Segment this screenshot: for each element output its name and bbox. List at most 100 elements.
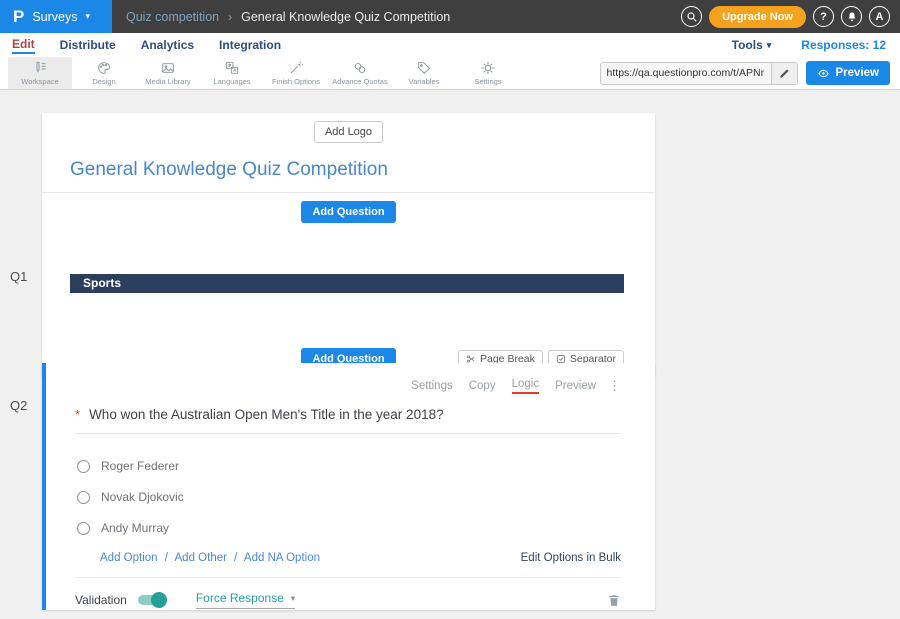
topbar-actions: Upgrade Now ? A — [681, 6, 900, 28]
responses-count[interactable]: Responses: 12 — [801, 38, 886, 52]
image-icon — [160, 60, 176, 76]
answer-option-label[interactable]: Roger Federer — [101, 459, 179, 473]
edit-url-button[interactable] — [771, 62, 797, 85]
edit-options-in-bulk-link[interactable]: Edit Options in Bulk — [521, 552, 621, 564]
toolbar-item-finish-options[interactable]: Finish Options — [264, 57, 328, 89]
validation-label: Validation — [75, 593, 127, 607]
answer-options-list: Roger Federer Novak Djokovic Andy Murray — [77, 459, 655, 535]
add-option-links: Add Option / Add Other / Add NA Option — [100, 552, 320, 564]
toolbar-item-label: Media Library — [145, 77, 190, 86]
nav-right-group: Tools ▾ Responses: 12 — [732, 38, 888, 52]
link-separator: / — [165, 552, 168, 564]
trash-icon — [607, 593, 621, 608]
radio-button-icon[interactable] — [77, 460, 90, 473]
tools-label: Tools — [732, 38, 763, 52]
toolbar-item-media-library[interactable]: Media Library — [136, 57, 200, 89]
toolbar-item-label: Advance Quotas — [332, 77, 387, 86]
question-text[interactable]: Who won the Australian Open Men's Title … — [89, 407, 444, 422]
nav-tab-bar: Edit Distribute Analytics Integration To… — [0, 33, 900, 57]
upgrade-now-button[interactable]: Upgrade Now — [709, 6, 806, 28]
answer-option-row: Andy Murray — [77, 521, 655, 535]
toolbar-item-advance-quotas[interactable]: Advance Quotas — [328, 57, 392, 89]
pencil-icon — [779, 68, 790, 79]
add-question-row-1: Add Question — [42, 201, 655, 223]
magic-wand-icon — [288, 60, 304, 76]
notifications-button[interactable] — [841, 6, 862, 27]
toolbar-item-workspace[interactable]: Workspace — [8, 57, 72, 89]
toolbar-item-design[interactable]: Design — [72, 57, 136, 89]
toolbar-item-label: Variables — [409, 77, 440, 86]
tab-distribute[interactable]: Distribute — [60, 38, 116, 53]
tools-menu[interactable]: Tools ▾ — [732, 38, 772, 52]
chain-links-icon — [352, 60, 368, 76]
tab-edit[interactable]: Edit — [12, 37, 35, 54]
link-separator: / — [234, 552, 237, 564]
question-action-copy[interactable]: Copy — [469, 380, 496, 392]
toolbar-right-group: Preview — [600, 57, 900, 89]
palette-icon — [96, 60, 112, 76]
radio-button-icon[interactable] — [77, 522, 90, 535]
title-divider — [42, 192, 655, 193]
help-button[interactable]: ? — [813, 6, 834, 27]
question-action-settings[interactable]: Settings — [411, 380, 453, 392]
bell-icon — [846, 11, 858, 23]
workspace-icon — [32, 60, 48, 76]
toolbar-item-label: Finish Options — [272, 77, 320, 86]
add-question-button[interactable]: Add Question — [301, 201, 395, 223]
question-text-row[interactable]: * Who won the Australian Open Men's Titl… — [75, 407, 619, 434]
logo-row: Add Logo — [42, 113, 655, 143]
tag-icon — [416, 60, 432, 76]
breadcrumb-folder[interactable]: Quiz competition — [126, 10, 219, 24]
question-number-q2: Q2 — [10, 398, 27, 413]
delete-question-button[interactable] — [607, 593, 621, 608]
tab-analytics[interactable]: Analytics — [141, 38, 194, 53]
avatar[interactable]: A — [869, 6, 890, 27]
question-action-logic[interactable]: Logic — [512, 378, 540, 394]
toolbar-item-languages[interactable]: A Languages — [200, 57, 264, 89]
breadcrumb-arrow-icon: › — [228, 10, 232, 24]
question-action-preview[interactable]: Preview — [555, 380, 596, 392]
breadcrumb-survey-name[interactable]: General Knowledge Quiz Competition — [241, 10, 450, 24]
question-action-bar: Settings Copy Logic Preview ⋮ — [46, 363, 655, 394]
questionpro-logo: P — [13, 8, 24, 25]
toolbar-item-label: Settings — [474, 77, 501, 86]
toolbar-item-settings[interactable]: Settings — [456, 57, 520, 89]
question-card-q2: Settings Copy Logic Preview ⋮ * Who won … — [42, 363, 655, 610]
kebab-menu-icon[interactable]: ⋮ — [608, 378, 621, 394]
section-header-q1[interactable]: Sports — [70, 274, 624, 293]
validation-toggle[interactable] — [138, 595, 165, 605]
app-logo-menu[interactable]: P Surveys ▾ — [0, 0, 112, 33]
search-button[interactable] — [681, 6, 702, 27]
question-footer: Validation Force Response ▾ — [75, 577, 621, 609]
force-response-dropdown[interactable]: Force Response ▾ — [196, 591, 295, 609]
toolbar-item-variables[interactable]: Variables — [392, 57, 456, 89]
tab-integration[interactable]: Integration — [219, 38, 281, 53]
gear-icon — [480, 60, 496, 76]
survey-header-card: Add Logo General Knowledge Quiz Competit… — [42, 113, 655, 377]
radio-button-icon[interactable] — [77, 491, 90, 504]
eye-icon — [817, 67, 830, 80]
option-links-row: Add Option / Add Other / Add NA Option E… — [100, 552, 621, 564]
add-logo-button[interactable]: Add Logo — [314, 121, 383, 143]
product-menu-label[interactable]: Surveys — [32, 10, 77, 24]
force-response-label: Force Response — [196, 591, 284, 605]
survey-title[interactable]: General Knowledge Quiz Competition — [70, 159, 624, 181]
chevron-down-icon: ▾ — [86, 12, 91, 21]
answer-option-label[interactable]: Andy Murray — [101, 521, 169, 535]
add-other-link[interactable]: Add Other — [175, 552, 227, 564]
add-na-option-link[interactable]: Add NA Option — [244, 552, 320, 564]
preview-button[interactable]: Preview — [806, 61, 890, 85]
answer-option-row: Novak Djokovic — [77, 490, 655, 504]
survey-editor-canvas: Q1 Q2 Add Logo General Knowledge Quiz Co… — [0, 90, 900, 619]
preview-button-label: Preview — [836, 67, 879, 79]
answer-option-label[interactable]: Novak Djokovic — [101, 490, 184, 504]
top-header-bar: P Surveys ▾ Quiz competition › General K… — [0, 0, 900, 33]
chevron-down-icon: ▾ — [291, 593, 295, 604]
add-option-link[interactable]: Add Option — [100, 552, 158, 564]
answer-option-row: Roger Federer — [77, 459, 655, 473]
required-marker: * — [75, 407, 80, 422]
chevron-down-icon: ▾ — [767, 41, 772, 50]
survey-url-box — [600, 62, 798, 85]
question-number-q1: Q1 — [10, 269, 27, 284]
survey-url-input[interactable] — [601, 67, 771, 79]
